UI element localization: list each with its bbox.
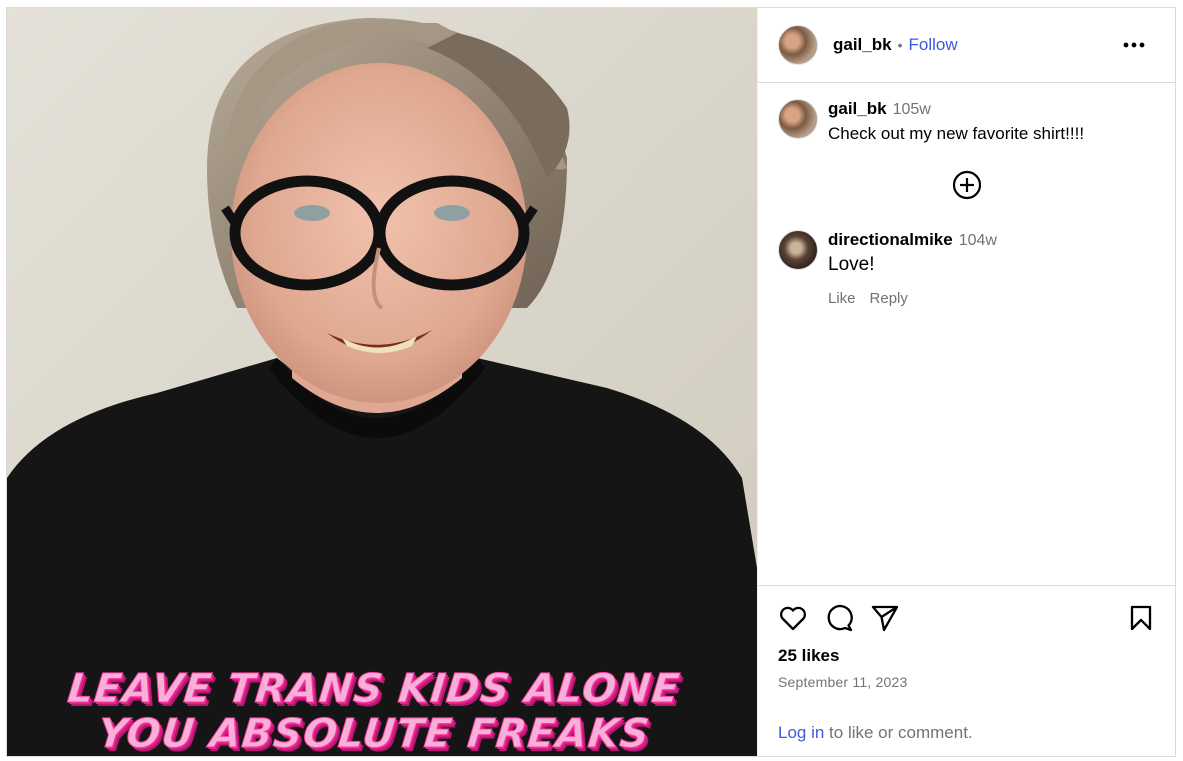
- comment-username[interactable]: directionalmike: [828, 230, 953, 249]
- separator-dot: •: [897, 37, 903, 53]
- shirt-text-line-1: LEAVE TRANS KIDS ALONE: [65, 666, 683, 713]
- bookmark-icon[interactable]: [1127, 604, 1155, 632]
- caption-time[interactable]: 105w: [893, 101, 931, 118]
- more-horizontal-icon[interactable]: [1123, 36, 1145, 48]
- follow-button[interactable]: Follow: [909, 35, 958, 55]
- post-dialog: LEAVE TRANS KIDS ALONE YOU ABSOLUTE FREA…: [6, 7, 1176, 757]
- heart-icon[interactable]: [778, 603, 808, 633]
- comment-item: directionalmike 104w Love! Like Reply: [778, 230, 1155, 307]
- plus-circle-icon[interactable]: [952, 170, 982, 200]
- post-actions-footer: 25 likes September 11, 2023 Log in to li…: [758, 585, 1175, 756]
- caption-username[interactable]: gail_bk: [828, 99, 887, 118]
- action-bar: [778, 602, 1155, 634]
- post-side-panel: gail_bk • Follow gail_bk 105w Check out m…: [757, 8, 1175, 756]
- comment-icon[interactable]: [824, 603, 854, 633]
- caption-text: Check out my new favorite shirt!!!!: [828, 124, 1085, 143]
- author-username[interactable]: gail_bk: [833, 35, 892, 55]
- comment-reply-button[interactable]: Reply: [870, 290, 908, 307]
- author-avatar[interactable]: [778, 25, 818, 65]
- post-photo[interactable]: LEAVE TRANS KIDS ALONE YOU ABSOLUTE FREA…: [7, 8, 757, 756]
- login-link[interactable]: Log in: [778, 723, 824, 742]
- send-icon[interactable]: [870, 603, 900, 633]
- commenter-avatar[interactable]: [778, 230, 818, 270]
- comment-like-button[interactable]: Like: [828, 290, 856, 307]
- likes-count[interactable]: 25 likes: [778, 646, 1155, 666]
- shirt-text-line-2: YOU ABSOLUTE FREAKS: [95, 711, 653, 757]
- login-prompt: Log in to like or comment.: [778, 723, 973, 743]
- post-header: gail_bk • Follow: [758, 8, 1175, 83]
- comment-text: Love!: [828, 254, 875, 275]
- caption: gail_bk 105w Check out my new favorite sh…: [778, 99, 1155, 145]
- login-prompt-text: to like or comment.: [824, 723, 973, 742]
- comment-time[interactable]: 104w: [959, 232, 997, 249]
- caption-avatar[interactable]: [778, 99, 818, 139]
- post-date[interactable]: September 11, 2023: [778, 674, 1155, 690]
- comments-section: gail_bk 105w Check out my new favorite sh…: [758, 83, 1175, 585]
- selfie-illustration: [7, 8, 757, 756]
